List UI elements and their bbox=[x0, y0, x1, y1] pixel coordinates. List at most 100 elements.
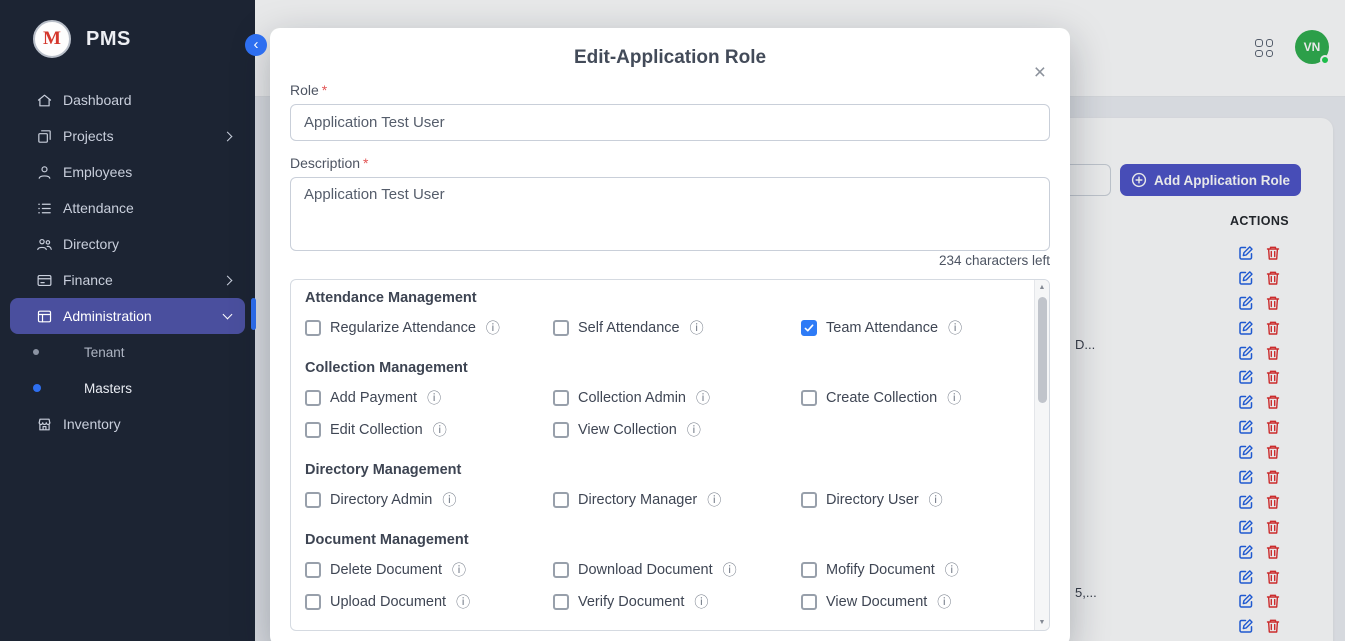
permission-label: Edit Collection bbox=[330, 422, 423, 438]
info-icon[interactable]: ⓘ bbox=[945, 560, 959, 580]
checkbox[interactable] bbox=[553, 562, 569, 578]
info-icon[interactable]: ⓘ bbox=[427, 388, 441, 408]
sidebar-item-inventory[interactable]: Inventory bbox=[10, 406, 245, 442]
permission-section: Directory Management Directory Admin ⓘ D… bbox=[305, 462, 1009, 510]
checkbox[interactable] bbox=[305, 390, 321, 406]
scroll-down-icon[interactable]: ▼ bbox=[1039, 619, 1046, 626]
permission-team-attendance[interactable]: Team Attendance ⓘ bbox=[801, 318, 1009, 338]
sidebar-item-administration[interactable]: Administration bbox=[10, 298, 245, 334]
info-icon[interactable]: ⓘ bbox=[456, 592, 470, 612]
permission-label: View Collection bbox=[578, 422, 677, 438]
permission-collection-admin[interactable]: Collection Admin ⓘ bbox=[553, 388, 801, 408]
sidebar-item-directory[interactable]: Directory bbox=[10, 226, 245, 262]
info-icon[interactable]: ⓘ bbox=[442, 490, 456, 510]
app-name: PMS bbox=[86, 28, 131, 51]
info-icon[interactable]: ⓘ bbox=[723, 560, 737, 580]
logo: M PMS bbox=[0, 0, 255, 72]
permission-view-document[interactable]: View Document ⓘ bbox=[801, 592, 1009, 612]
checkbox[interactable] bbox=[305, 562, 321, 578]
scrollbar-thumb[interactable] bbox=[1038, 297, 1047, 403]
permission-download-document[interactable]: Download Document ⓘ bbox=[553, 560, 801, 580]
sidebar-item-label: Dashboard bbox=[63, 92, 132, 108]
checkbox[interactable] bbox=[553, 320, 569, 336]
permission-add-payment[interactable]: Add Payment ⓘ bbox=[305, 388, 553, 408]
scrollbar[interactable]: ▲ ▼ bbox=[1034, 280, 1049, 630]
permission-edit-collection[interactable]: Edit Collection ⓘ bbox=[305, 420, 553, 440]
logo-icon: M bbox=[33, 20, 71, 58]
checkbox[interactable] bbox=[801, 492, 817, 508]
info-icon[interactable]: ⓘ bbox=[694, 592, 708, 612]
description-input[interactable]: Application Test User bbox=[290, 177, 1050, 251]
info-icon[interactable]: ⓘ bbox=[707, 490, 721, 510]
chevron-right-icon bbox=[223, 275, 233, 285]
sidebar-item-label: Administration bbox=[63, 308, 152, 324]
sidebar-item-dashboard[interactable]: Dashboard bbox=[10, 82, 245, 118]
sidebar-subitem-masters[interactable]: Masters bbox=[0, 370, 255, 406]
permission-grid: Delete Document ⓘ Download Document ⓘ Mo… bbox=[305, 560, 1009, 612]
checkbox[interactable] bbox=[553, 390, 569, 406]
info-icon[interactable]: ⓘ bbox=[948, 318, 962, 338]
sidebar-item-attendance[interactable]: Attendance bbox=[10, 190, 245, 226]
info-icon[interactable]: ⓘ bbox=[452, 560, 466, 580]
sidebar-item-employees[interactable]: Employees bbox=[10, 154, 245, 190]
edit-application-role-modal: × Edit-Application Role Role* Descriptio… bbox=[270, 28, 1070, 641]
sidebar: M PMS Dashboard Projects Employees Atten… bbox=[0, 0, 255, 641]
permission-view-collection[interactable]: View Collection ⓘ bbox=[553, 420, 801, 440]
checkbox[interactable] bbox=[801, 390, 817, 406]
sidebar-subitem-tenant[interactable]: Tenant bbox=[0, 334, 255, 370]
checkbox[interactable] bbox=[801, 320, 817, 336]
permission-verify-document[interactable]: Verify Document ⓘ bbox=[553, 592, 801, 612]
info-icon[interactable]: ⓘ bbox=[696, 388, 710, 408]
permission-upload-document[interactable]: Upload Document ⓘ bbox=[305, 592, 553, 612]
permission-create-collection[interactable]: Create Collection ⓘ bbox=[801, 388, 1009, 408]
store-icon bbox=[36, 416, 53, 433]
permission-regularize-attendance[interactable]: Regularize Attendance ⓘ bbox=[305, 318, 553, 338]
sidebar-item-finance[interactable]: Finance bbox=[10, 262, 245, 298]
info-icon[interactable]: ⓘ bbox=[690, 318, 704, 338]
permission-label: Self Attendance bbox=[578, 320, 680, 336]
permission-directory-user[interactable]: Directory User ⓘ bbox=[801, 490, 1009, 510]
checkbox[interactable] bbox=[305, 594, 321, 610]
description-label-text: Description bbox=[290, 155, 360, 171]
info-icon[interactable]: ⓘ bbox=[433, 420, 447, 440]
permission-section-title: Attendance Management bbox=[305, 290, 1009, 306]
sidebar-item-label: Projects bbox=[63, 128, 114, 144]
checkbox[interactable] bbox=[305, 422, 321, 438]
info-icon[interactable]: ⓘ bbox=[947, 388, 961, 408]
permission-delete-document[interactable]: Delete Document ⓘ bbox=[305, 560, 553, 580]
permission-label: Directory User bbox=[826, 492, 919, 508]
checkbox[interactable] bbox=[305, 492, 321, 508]
sidebar-collapse-button[interactable]: ‹ bbox=[245, 34, 267, 56]
info-icon[interactable]: ⓘ bbox=[486, 318, 500, 338]
info-icon[interactable]: ⓘ bbox=[937, 592, 951, 612]
list-icon bbox=[36, 200, 53, 217]
checkbox[interactable] bbox=[801, 594, 817, 610]
permission-section-title: Directory Management bbox=[305, 462, 1009, 478]
close-icon[interactable]: × bbox=[1034, 62, 1046, 83]
permission-label: View Document bbox=[826, 594, 927, 610]
permission-self-attendance[interactable]: Self Attendance ⓘ bbox=[553, 318, 801, 338]
permission-directory-admin[interactable]: Directory Admin ⓘ bbox=[305, 490, 553, 510]
sidebar-item-projects[interactable]: Projects bbox=[10, 118, 245, 154]
role-input[interactable] bbox=[290, 104, 1050, 141]
permission-mofify-document[interactable]: Mofify Document ⓘ bbox=[801, 560, 1009, 580]
required-mark: * bbox=[322, 82, 327, 98]
info-icon[interactable]: ⓘ bbox=[929, 490, 943, 510]
permission-directory-manager[interactable]: Directory Manager ⓘ bbox=[553, 490, 801, 510]
checkbox[interactable] bbox=[801, 562, 817, 578]
permission-section-title: Collection Management bbox=[305, 360, 1009, 376]
permission-label: Download Document bbox=[578, 562, 713, 578]
permission-section: Document Management Delete Document ⓘ Do… bbox=[305, 532, 1009, 612]
permission-label: Collection Admin bbox=[578, 390, 686, 406]
checkbox[interactable] bbox=[553, 492, 569, 508]
permission-section: Attendance Management Regularize Attenda… bbox=[305, 290, 1009, 338]
checkbox[interactable] bbox=[305, 320, 321, 336]
permission-label: Directory Manager bbox=[578, 492, 697, 508]
checkbox[interactable] bbox=[553, 594, 569, 610]
info-icon[interactable]: ⓘ bbox=[687, 420, 701, 440]
role-label-text: Role bbox=[290, 82, 319, 98]
app-root: VN Add Application Role ACTIONS bbox=[0, 0, 1345, 641]
admin-icon bbox=[36, 308, 53, 325]
scroll-up-icon[interactable]: ▲ bbox=[1039, 284, 1046, 291]
checkbox[interactable] bbox=[553, 422, 569, 438]
